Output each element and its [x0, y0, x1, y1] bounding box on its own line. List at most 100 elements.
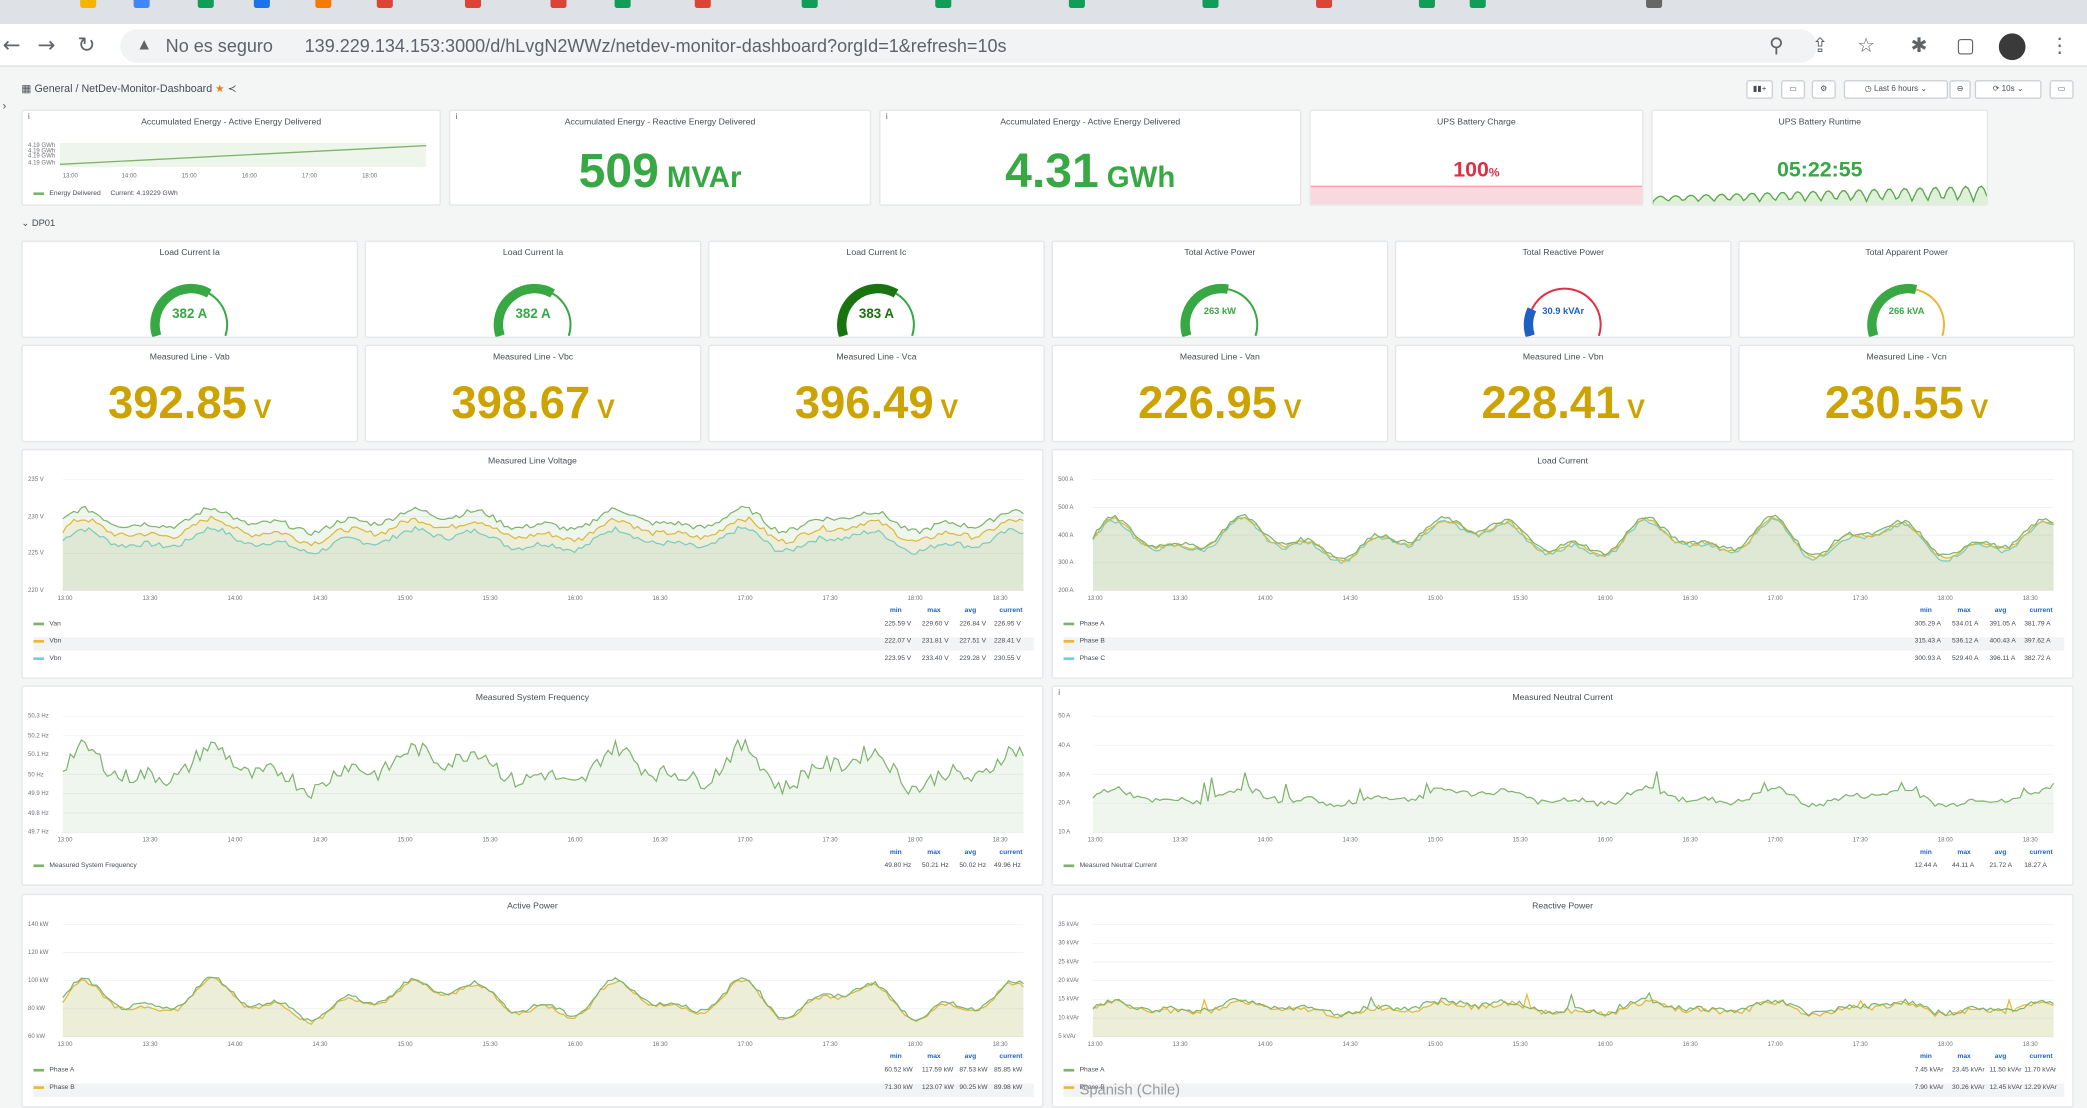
legend-item[interactable]: Measured System Frequency 49.80 Hz 50.21 H… — [33, 862, 1034, 875]
tab-favicon[interactable] — [1469, 0, 1486, 9]
settings-button[interactable]: ⚙ — [1811, 80, 1836, 99]
tab-favicon[interactable] — [376, 0, 393, 9]
legend-header[interactable]: max — [927, 607, 940, 615]
neutral-current-panel[interactable]: i Measured Neutral Current 50 A 40 A 30 A 20 … — [1051, 685, 2074, 886]
tab-favicon[interactable] — [1202, 0, 1219, 9]
legend-header[interactable]: max — [1957, 1053, 1970, 1061]
frequency-panel[interactable]: Measured System Frequency 50.3 Hz 50.2 Hz 5… — [21, 685, 1044, 886]
legend-item[interactable]: Phase A 7.45 kVAr 23.45 kVAr 11.50 kVAr 11.7… — [1063, 1066, 2065, 1079]
legend-item[interactable]: Phase B 315.43 A 536.12 A 400.43 A 397.62 A — [1063, 637, 2065, 651]
voltage-stat-panel[interactable]: Measured Line - Vbc 398.67 V — [364, 344, 702, 443]
reactive-energy-stat-panel[interactable]: i Accumulated Energy - Reactive Energy D… — [448, 109, 872, 206]
legend-item[interactable]: Measured Neutral Current 12.44 A 44.11 A 21… — [1063, 862, 2065, 875]
legend-item[interactable]: Phase A 60.52 kW 117.59 kW 87.53 kW 85.85 kW — [33, 1066, 1034, 1079]
profile-avatar[interactable] — [1998, 33, 2026, 61]
legend-header[interactable]: current — [2030, 1053, 2053, 1061]
voltage-stat-panel[interactable]: Measured Line - Vab 392.85 V — [21, 344, 359, 443]
tab-favicon[interactable] — [464, 0, 481, 9]
legend-header[interactable]: avg — [1995, 1053, 2007, 1061]
legend-item[interactable]: Phase A 305.29 A 534.01 A 391.05 A 381.79 A — [1063, 620, 2065, 633]
gauge-panel[interactable]: Load Current Ic 383 A — [708, 240, 1045, 339]
gauge-panel[interactable]: Load Current Ia 382 A — [364, 240, 702, 339]
tab-favicon[interactable] — [1316, 0, 1333, 9]
tab-favicon[interactable] — [253, 0, 270, 9]
energy-graph-panel[interactable]: i Accumulated Energy - Active Energy Del… — [21, 109, 441, 206]
legend-item[interactable]: Van 225.59 V 229.60 V 226.84 V 226.95 V — [33, 620, 1034, 633]
tab-favicon[interactable] — [1646, 0, 1663, 9]
legend-header[interactable]: max — [1957, 607, 1970, 615]
tab-favicon[interactable] — [801, 0, 818, 9]
legend-header[interactable]: min — [890, 607, 902, 615]
legend-item[interactable]: Phase C 300.93 A 529.40 A 396.11 A 382.72 A — [1063, 655, 2065, 668]
voltage-stat-panel[interactable]: Measured Line - Van 226.95 V — [1051, 344, 1389, 443]
tab-favicon[interactable] — [133, 0, 150, 9]
legend-header[interactable]: min — [1920, 607, 1932, 615]
legend-item[interactable]: Vbn 223.95 V 233.40 V 229.28 V 230.55 V — [33, 655, 1034, 668]
tv-mode-button[interactable]: ▭ — [2049, 80, 2074, 99]
legend-header[interactable]: avg — [965, 607, 977, 615]
legend-header[interactable]: current — [999, 607, 1022, 615]
legend-header[interactable]: min — [1920, 848, 1932, 856]
refresh-picker[interactable]: ⟳ 10s ⌄ — [1974, 80, 2042, 99]
legend-item[interactable]: Energy Delivered Current: 4.19229 GWh — [33, 190, 178, 198]
reload-icon[interactable]: ↻ — [77, 32, 95, 57]
tab-favicon[interactable] — [550, 0, 567, 9]
breadcrumb-folder[interactable]: General — [34, 83, 72, 95]
legend-header[interactable]: current — [2030, 848, 2053, 856]
gauge-panel[interactable]: Total Active Power 263 kW — [1051, 240, 1389, 339]
share-icon[interactable]: ⇪ — [1812, 33, 1829, 57]
gauge-panel[interactable]: Total Reactive Power 30.9 kVAr — [1394, 240, 1732, 339]
bookmark-star-icon[interactable]: ☆ — [1857, 33, 1875, 57]
legend-header[interactable]: current — [999, 848, 1022, 856]
tab-favicon[interactable] — [1418, 0, 1435, 9]
legend-header[interactable]: min — [890, 1053, 902, 1061]
legend-header[interactable]: current — [999, 1053, 1022, 1061]
legend-item[interactable]: Phase B 71.30 kW 123.07 kW 90.25 kW 89.98 kW — [33, 1083, 1035, 1097]
sidebar-toggle-icon[interactable]: › — [3, 100, 7, 112]
legend-header[interactable]: min — [1920, 1053, 1932, 1061]
side-panel-icon[interactable]: ▢ — [1956, 33, 1975, 57]
tab-favicon[interactable] — [614, 0, 631, 9]
gauge-panel[interactable]: Load Current Ia 382 A — [21, 240, 359, 339]
line-voltage-panel[interactable]: Measured Line Voltage 235 V 230 V 225 V 220 … — [21, 448, 1044, 679]
legend-header[interactable]: max — [927, 848, 940, 856]
row-header[interactable]: ⌄ DP01 — [21, 218, 55, 228]
tab-favicon[interactable] — [694, 0, 711, 9]
tab-favicon[interactable] — [80, 0, 97, 9]
tab-favicon[interactable] — [315, 0, 332, 9]
warning-triangle-icon[interactable]: ▲ — [136, 35, 152, 54]
legend-header[interactable]: max — [1957, 848, 1970, 856]
ups-charge-panel[interactable]: UPS Battery Charge 100% — [1309, 109, 1644, 206]
ups-runtime-panel[interactable]: UPS Battery Runtime 05:22:55 — [1651, 109, 1989, 206]
legend-item[interactable]: Vbn 222.07 V 231.81 V 227.51 V 228.41 V — [33, 637, 1035, 651]
legend-header[interactable]: avg — [1995, 848, 2007, 856]
legend-header[interactable]: max — [927, 1053, 940, 1061]
tab-favicon[interactable] — [935, 0, 952, 9]
voltage-stat-panel[interactable]: Measured Line - Vbn 228.41 V — [1394, 344, 1732, 443]
legend-header[interactable]: current — [2030, 607, 2053, 615]
breadcrumb-dashboard[interactable]: NetDev-Monitor-Dashboard — [81, 83, 212, 95]
voltage-stat-panel[interactable]: Measured Line - Vca 396.49 V — [708, 344, 1045, 443]
legend-header[interactable]: avg — [965, 1053, 977, 1061]
active-energy-stat-panel[interactable]: i Accumulated Energy - Active Energy Del… — [879, 109, 1302, 206]
active-power-panel[interactable]: Active Power 140 kW 120 kW 100 kW 80 kW 60 kW… — [21, 893, 1044, 1108]
tab-favicon[interactable] — [1068, 0, 1085, 9]
security-warning-label[interactable]: No es seguro — [166, 36, 273, 56]
gauge-panel[interactable]: Total Apparent Power 266 kVA — [1738, 240, 2075, 339]
zoom-out-button[interactable]: ⊖ — [1949, 80, 1971, 99]
browser-menu-icon[interactable]: ⋮ — [2050, 33, 2070, 57]
forward-arrow-icon[interactable]: → — [37, 32, 55, 57]
voltage-stat-panel[interactable]: Measured Line - Vcn 230.55 V — [1738, 344, 2075, 443]
legend-header[interactable]: avg — [1995, 607, 2007, 615]
url-text[interactable]: 139.229.134.153:3000/d/hLvgN2WWz/netdev-… — [305, 36, 1007, 56]
zoom-icon[interactable]: ⚲ — [1769, 33, 1784, 57]
share-dashboard-icon[interactable]: ≺ — [228, 83, 237, 95]
legend-header[interactable]: avg — [965, 848, 977, 856]
time-range-picker[interactable]: ◷ Last 6 hours ⌄ — [1843, 80, 1949, 99]
legend-item[interactable]: Phase B 7.90 kVAr 30.26 kVAr 12.45 kVAr 12.2… — [1063, 1083, 2065, 1097]
legend-header[interactable]: min — [890, 848, 902, 856]
save-dashboard-button[interactable]: ▭ — [1781, 80, 1806, 99]
back-arrow-icon[interactable]: ← — [3, 32, 21, 57]
address-bar[interactable]: ▲ No es seguro 139.229.134.153:3000/d/hL… — [120, 29, 1818, 63]
extensions-icon[interactable]: ✱ — [1911, 33, 1928, 57]
